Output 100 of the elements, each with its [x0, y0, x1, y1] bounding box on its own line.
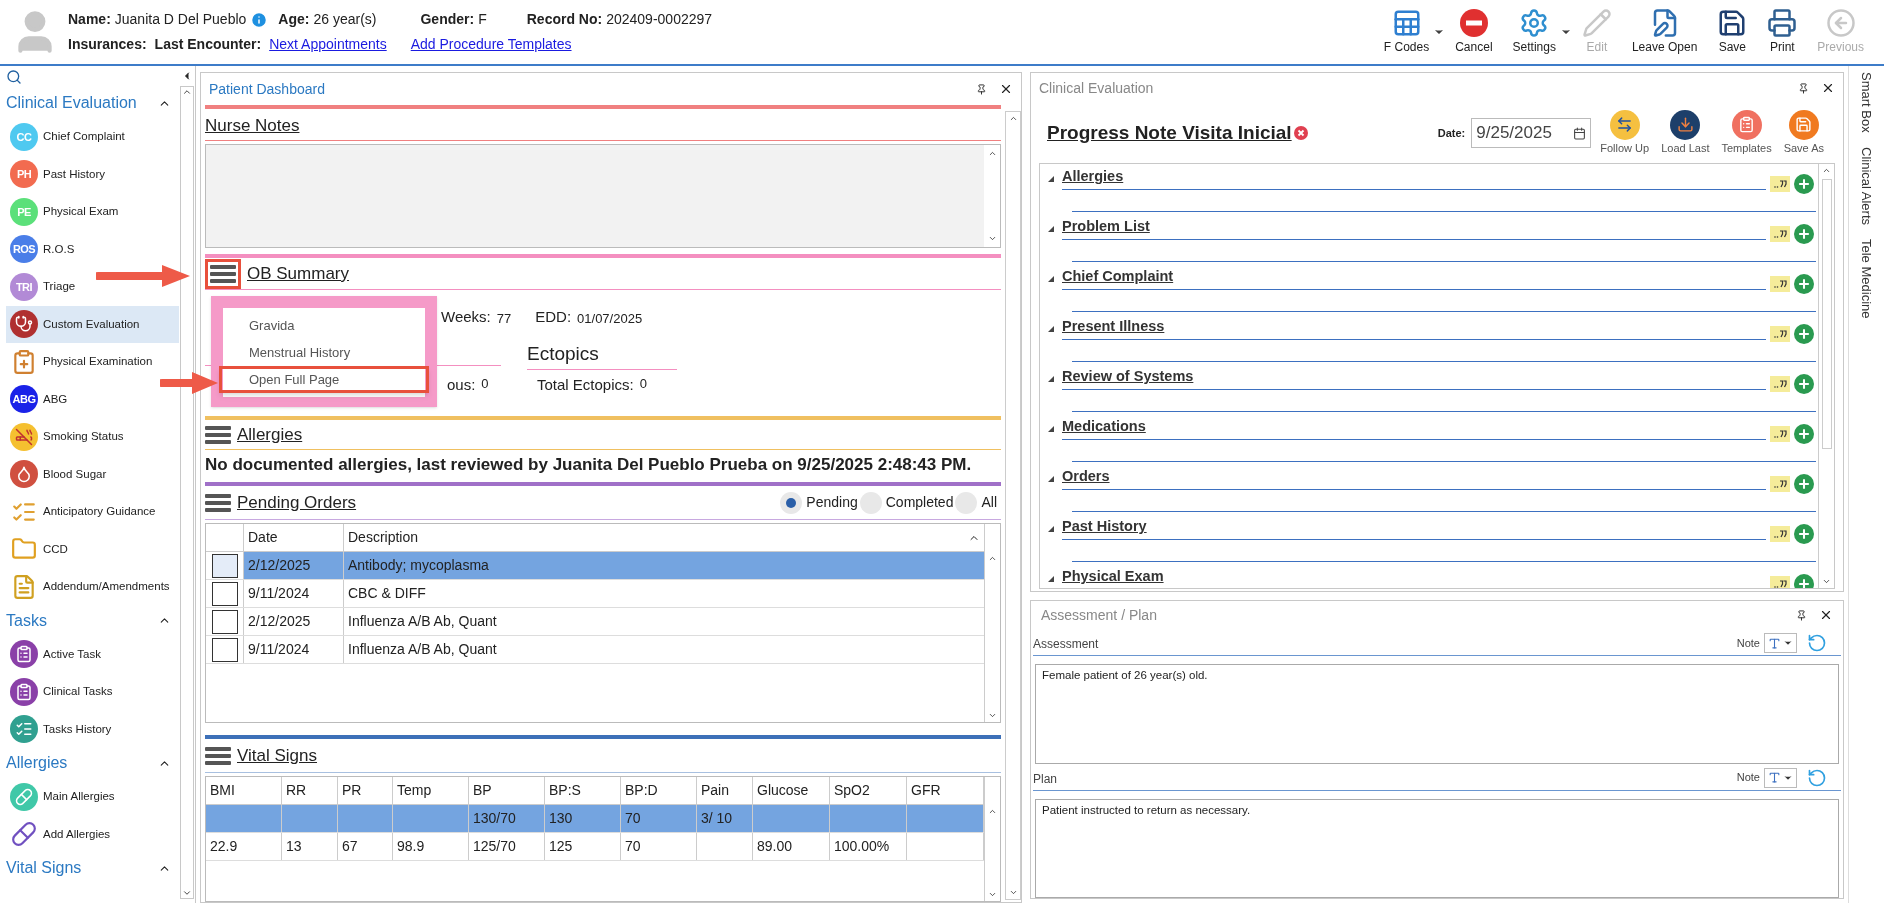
calendar-icon[interactable]: [1573, 126, 1587, 140]
menu-icon[interactable]: [205, 745, 231, 766]
toolbar-button[interactable]: Print: [1757, 8, 1808, 56]
menu-icon[interactable]: [205, 492, 231, 513]
toolbar-button[interactable]: Save: [1707, 8, 1758, 56]
scroll-down-icon[interactable]: [988, 890, 997, 899]
row-checkbox[interactable]: [211, 609, 238, 634]
pin-icon[interactable]: [1798, 82, 1809, 94]
scroll-down-icon[interactable]: [1822, 577, 1831, 586]
close-icon[interactable]: [1819, 608, 1833, 622]
section-heading[interactable]: Chief Complaint: [1062, 268, 1174, 284]
info-icon[interactable]: [250, 10, 269, 29]
table-row[interactable]: 9/11/2024 Influenza A/B Ab, Quant: [206, 636, 984, 664]
sidebar-item[interactable]: Tasks History: [6, 710, 116, 748]
add-icon[interactable]: [1794, 574, 1814, 588]
quote-icon[interactable]: [1770, 226, 1790, 242]
sidebar-item[interactable]: PE Physical Exam: [6, 193, 123, 231]
scroll-thumb[interactable]: [1821, 179, 1832, 449]
menu-icon[interactable]: [205, 424, 231, 445]
section-heading[interactable]: Pending Orders: [237, 489, 357, 516]
sidebar-item[interactable]: Custom Evaluation: [6, 305, 179, 343]
column-header[interactable]: PR: [338, 777, 393, 804]
section-heading[interactable]: Present Illness: [1062, 318, 1165, 334]
toolbar-button[interactable]: Settings: [1502, 8, 1566, 56]
menu-item[interactable]: Open Full Page: [219, 366, 429, 393]
section-heading[interactable]: Physical Exam: [1062, 568, 1164, 584]
sidebar-item[interactable]: ROS R.O.S: [6, 230, 79, 268]
collapse-triangle-icon[interactable]: [1046, 374, 1056, 384]
row-checkbox[interactable]: [211, 581, 238, 606]
section-heading[interactable]: Nurse Notes: [205, 112, 300, 138]
side-tab[interactable]: Smart Box: [1856, 72, 1877, 133]
scroll-down-icon[interactable]: [182, 888, 192, 898]
close-icon[interactable]: [999, 82, 1013, 96]
sidebar-item[interactable]: Add Allergies: [6, 815, 115, 853]
add-icon[interactable]: [1794, 424, 1814, 444]
toolbar-button[interactable]: F Codes: [1373, 8, 1440, 56]
column-header[interactable]: Temp: [393, 777, 469, 804]
section-heading[interactable]: Problem List: [1062, 218, 1150, 234]
text-field[interactable]: Female patient of 26 year(s) old.: [1035, 664, 1839, 764]
notes-field[interactable]: [205, 144, 1001, 248]
add-icon[interactable]: [1794, 374, 1814, 394]
collapse-triangle-icon[interactable]: [1046, 574, 1056, 584]
quote-icon[interactable]: [1770, 476, 1790, 492]
sidebar-item[interactable]: Anticipatory Guidance: [6, 493, 160, 531]
quote-icon[interactable]: [1770, 376, 1790, 392]
column-header[interactable]: BMI: [206, 777, 282, 804]
sidebar-item[interactable]: TRI Triage: [6, 268, 80, 306]
menu-item[interactable]: Menstrual History: [223, 339, 425, 366]
column-header[interactable]: BP:D: [621, 777, 697, 804]
sidebar-item[interactable]: Physical Examination: [6, 343, 157, 381]
search-icon[interactable]: [6, 69, 22, 85]
add-icon[interactable]: [1794, 274, 1814, 294]
section-heading[interactable]: Allergies: [237, 421, 303, 448]
add-icon[interactable]: [1794, 224, 1814, 244]
collapse-triangle-icon[interactable]: [1046, 174, 1056, 184]
column-header[interactable]: Pain: [697, 777, 753, 804]
quote-icon[interactable]: [1770, 526, 1790, 542]
toolbar-button[interactable]: Follow Up: [1597, 109, 1653, 157]
sidebar-item[interactable]: Smoking Status: [6, 418, 128, 456]
quote-icon[interactable]: [1770, 426, 1790, 442]
sidebar-item[interactable]: ABG ABG: [6, 380, 72, 418]
column-header[interactable]: Date: [244, 524, 344, 551]
refresh-icon[interactable]: [1807, 767, 1827, 788]
section-heading[interactable]: Medications: [1062, 418, 1146, 434]
sidebar-item[interactable]: Active Task: [6, 635, 105, 673]
column-header[interactable]: RR: [282, 777, 338, 804]
scroll-up-icon[interactable]: [1822, 166, 1831, 175]
collapse-triangle-icon[interactable]: [1046, 424, 1056, 434]
quote-icon[interactable]: [1770, 576, 1790, 588]
scroll-up-icon[interactable]: [182, 87, 192, 97]
section-heading[interactable]: OB Summary: [247, 260, 350, 287]
section-heading[interactable]: Past History: [1062, 518, 1147, 534]
toolbar-button[interactable]: Leave Open: [1621, 8, 1708, 56]
table-row[interactable]: 130/70 130 70 3/ 10: [206, 805, 984, 833]
quote-icon[interactable]: [1770, 276, 1790, 292]
link[interactable]: Add Procedure Templates: [410, 34, 572, 55]
remove-icon[interactable]: [1293, 126, 1308, 140]
column-header[interactable]: Glucose: [753, 777, 830, 804]
pin-icon[interactable]: [976, 83, 987, 95]
sidebar-item[interactable]: Addendum/Amendments: [6, 568, 174, 606]
add-icon[interactable]: [1794, 174, 1814, 194]
filter-radio[interactable]: Completed: [859, 491, 954, 514]
scroll-up-icon[interactable]: [988, 807, 997, 816]
scroll-up-icon[interactable]: [987, 149, 997, 158]
text-field[interactable]: Patient instructed to return as necessary.: [1035, 798, 1839, 898]
sidebar-item[interactable]: CC Chief Complaint: [6, 118, 129, 156]
section-heading[interactable]: Orders: [1062, 468, 1110, 484]
collapse-triangle-icon[interactable]: [1046, 224, 1056, 234]
row-checkbox[interactable]: [211, 637, 238, 662]
toolbar-button[interactable]: Templates: [1718, 109, 1775, 157]
scroll-up-icon[interactable]: [1008, 114, 1018, 123]
scroll-down-icon[interactable]: [1008, 888, 1018, 897]
sidebar-item[interactable]: Blood Sugar: [6, 455, 111, 493]
filter-radio[interactable]: Pending: [780, 491, 858, 514]
scroll-up-icon[interactable]: [988, 554, 997, 563]
table-row[interactable]: 2/12/2025 Antibody; mycoplasma: [206, 552, 984, 580]
refresh-icon[interactable]: [1807, 633, 1827, 653]
menu-item[interactable]: Gravida: [223, 312, 425, 339]
sidebar-item[interactable]: Clinical Tasks: [6, 673, 117, 711]
add-icon[interactable]: [1794, 524, 1814, 544]
